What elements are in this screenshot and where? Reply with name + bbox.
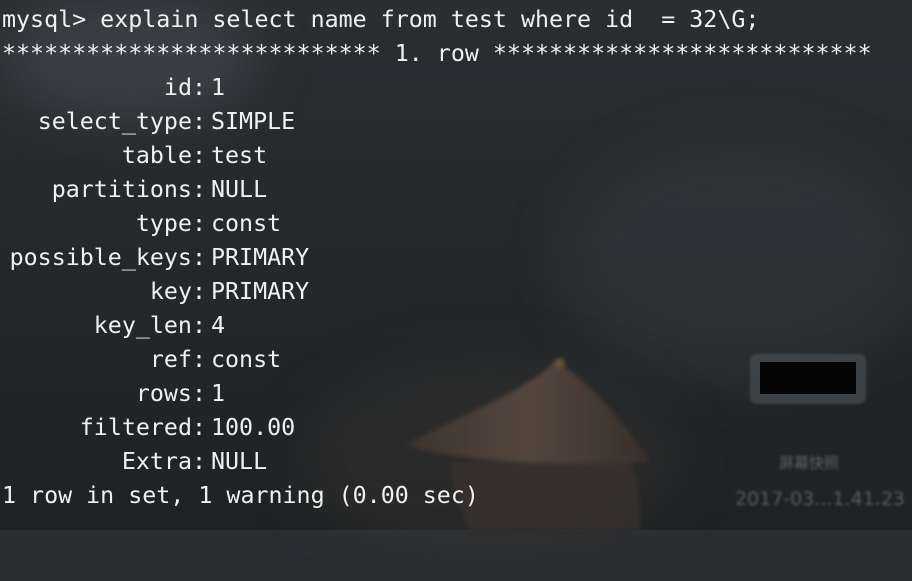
field-row: possible_keys: PRIMARY	[0, 241, 912, 275]
field-key: table:	[121, 142, 206, 169]
row-header: *************************** 1. row *****…	[2, 40, 872, 67]
field-key: filtered:	[79, 414, 206, 441]
field-key: id:	[163, 74, 206, 101]
field-row: select_type: SIMPLE	[0, 105, 912, 139]
field-key: key_len:	[93, 312, 206, 339]
field-value: 4	[211, 312, 226, 339]
field-row: Extra: NULL	[0, 445, 912, 479]
field-key: ref:	[149, 346, 206, 373]
terminal-output[interactable]: mysql> explain select name from test whe…	[0, 0, 912, 530]
field-key: type:	[135, 210, 206, 237]
field-value: const	[211, 210, 282, 237]
field-value: 1	[211, 380, 226, 407]
field-row: partitions: NULL	[0, 173, 912, 207]
field-value: const	[211, 346, 282, 373]
field-key: Extra:	[121, 448, 206, 475]
field-row: filtered: 100.00	[0, 411, 912, 445]
field-row: key: PRIMARY	[0, 275, 912, 309]
result-summary: 1 row in set, 1 warning (0.00 sec)	[2, 482, 479, 509]
command-line: mysql> explain select name from test whe…	[2, 6, 760, 33]
field-row: id: 1	[0, 71, 912, 105]
field-row: table: test	[0, 139, 912, 173]
field-value: SIMPLE	[211, 108, 296, 135]
field-row: key_len: 4	[0, 309, 912, 343]
field-row: type: const	[0, 207, 912, 241]
field-value: PRIMARY	[211, 278, 310, 305]
field-key: key:	[149, 278, 206, 305]
field-key: possible_keys:	[9, 244, 206, 271]
field-value: test	[211, 142, 268, 169]
field-key: rows:	[135, 380, 206, 407]
field-value: PRIMARY	[211, 244, 310, 271]
field-value: NULL	[211, 176, 268, 203]
field-value: 100.00	[211, 414, 296, 441]
field-row: rows: 1	[0, 377, 912, 411]
field-value: NULL	[211, 448, 268, 475]
field-row: ref: const	[0, 343, 912, 377]
field-value: 1	[211, 74, 226, 101]
field-key: partitions:	[51, 176, 206, 203]
field-key: select_type:	[37, 108, 206, 135]
